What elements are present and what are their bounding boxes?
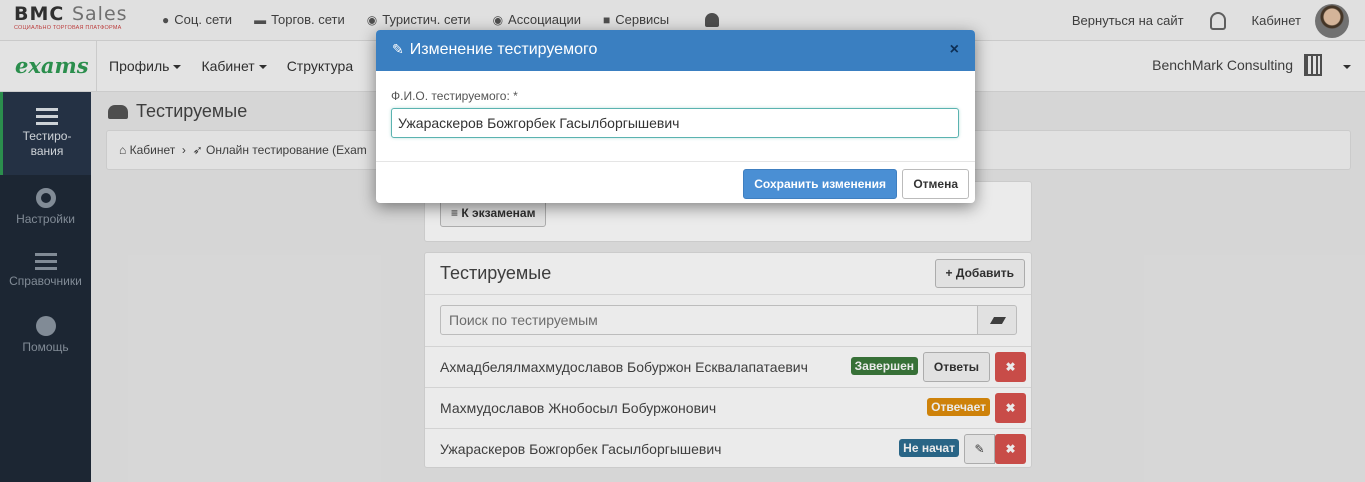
- modal-body: Ф.И.О. тестируемого: *: [376, 71, 975, 162]
- modal-footer: Сохранить изменения Отмена: [376, 162, 975, 203]
- modal-header: ✎ Изменение тестируемого ×: [376, 30, 975, 71]
- fio-field[interactable]: [391, 108, 959, 138]
- save-button[interactable]: Сохранить изменения: [743, 169, 897, 199]
- modal-title: Изменение тестируемого: [409, 41, 598, 58]
- pencil-icon: ✎: [392, 41, 404, 57]
- cancel-button[interactable]: Отмена: [902, 169, 969, 199]
- fio-label: Ф.И.О. тестируемого: *: [391, 89, 518, 103]
- edit-testee-modal: ✎ Изменение тестируемого × Ф.И.О. тестиру…: [376, 30, 975, 203]
- close-icon[interactable]: ×: [950, 41, 959, 59]
